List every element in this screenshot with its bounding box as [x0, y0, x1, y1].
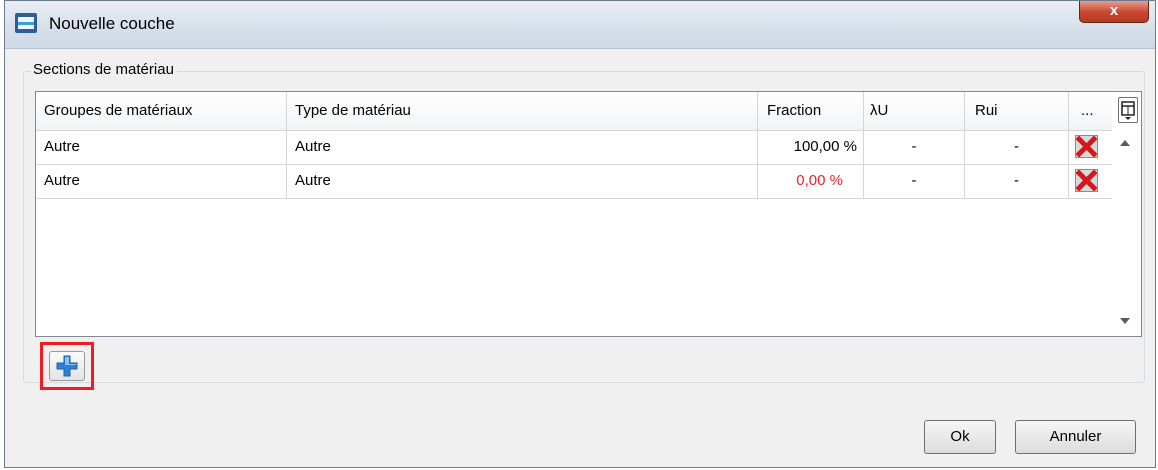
window-title: Nouvelle couche — [49, 14, 175, 33]
delete-x-icon — [1076, 170, 1097, 191]
group-label: Sections de matériau — [30, 61, 177, 78]
window-app-icon — [15, 13, 37, 33]
cell-rui: - — [965, 130, 1069, 164]
column-chooser-icon — [1121, 101, 1135, 120]
add-row-button[interactable] — [49, 351, 85, 381]
close-button[interactable]: x — [1079, 1, 1149, 23]
delete-row-button[interactable] — [1075, 169, 1098, 192]
cell-fraction[interactable]: 0,00 % — [758, 164, 864, 198]
cancel-button[interactable]: Annuler — [1015, 420, 1136, 454]
table-row[interactable]: Autre Autre 100,00 % - - — [36, 130, 1112, 165]
table-row[interactable]: Autre Autre 0,00 % - - — [36, 164, 1112, 199]
delete-row-button[interactable] — [1075, 135, 1098, 158]
cell-delete — [1069, 164, 1112, 198]
column-header-type[interactable]: Type de matériau — [287, 92, 758, 130]
cell-fraction[interactable]: 100,00 % — [758, 130, 864, 164]
title-bar[interactable]: Nouvelle couche x — [5, 1, 1155, 49]
cell-type[interactable]: Autre — [287, 164, 758, 198]
scroll-down-arrow-icon[interactable] — [1120, 318, 1130, 324]
column-chooser-button[interactable] — [1118, 97, 1138, 123]
column-header-groups[interactable]: Groupes de matériaux — [36, 92, 287, 130]
column-header-more[interactable]: ... — [1069, 92, 1112, 130]
cell-delete — [1069, 130, 1112, 164]
add-plus-icon — [56, 355, 78, 377]
close-icon: x — [1109, 2, 1119, 19]
cell-lambda-u: - — [864, 164, 965, 198]
cell-type[interactable]: Autre — [287, 130, 758, 164]
table-header: Groupes de matériaux Type de matériau Fr… — [36, 92, 1112, 131]
delete-x-icon — [1076, 136, 1097, 157]
cell-lambda-u: - — [864, 130, 965, 164]
vertical-scrollbar[interactable] — [1112, 130, 1141, 336]
cell-rui: - — [965, 164, 1069, 198]
cell-group[interactable]: Autre — [36, 130, 287, 164]
ok-button[interactable]: Ok — [924, 420, 996, 454]
scroll-up-arrow-icon[interactable] — [1120, 140, 1130, 146]
column-header-rui[interactable]: Rui — [965, 92, 1069, 130]
column-header-fraction[interactable]: Fraction — [758, 92, 864, 130]
material-sections-table: Groupes de matériaux Type de matériau Fr… — [35, 91, 1142, 337]
add-row-highlight — [40, 342, 94, 390]
column-header-lambda-u[interactable]: λU — [864, 92, 965, 130]
cell-group[interactable]: Autre — [36, 164, 287, 198]
